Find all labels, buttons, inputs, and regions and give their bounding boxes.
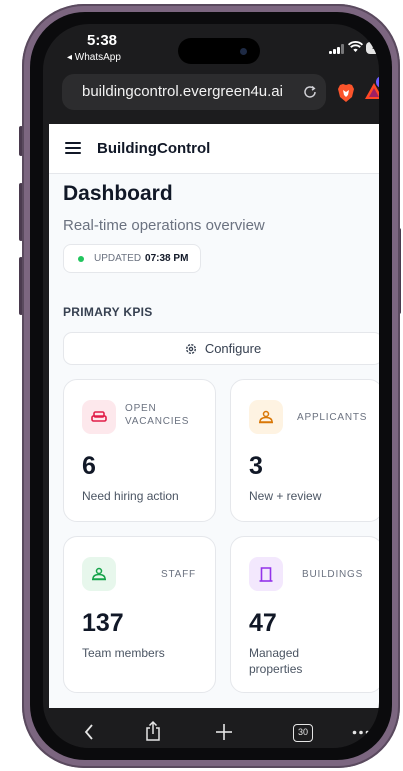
kpi-card-applicants[interactable]: APPLICANTS 3 New + review (230, 379, 379, 522)
app-brand[interactable]: BuildingControl (97, 140, 210, 157)
phone-bezel: 5:38 ◂ WhatsApp 42 buil (30, 12, 392, 760)
back-to-app-link[interactable]: ◂ WhatsApp (67, 52, 121, 63)
gear-icon (185, 343, 196, 354)
phone-frame: 5:38 ◂ WhatsApp 42 buil (22, 4, 400, 768)
browser-toolbar: 30 (43, 708, 379, 748)
kpi-label: APPLICANTS (297, 412, 368, 423)
section-heading-kpis: PRIMARY KPIS (63, 305, 153, 319)
person-icon (82, 557, 116, 591)
signal-icon (329, 44, 344, 54)
status-bar: 5:38 ◂ WhatsApp 42 (43, 24, 379, 72)
camera-icon (240, 48, 247, 55)
configure-button[interactable]: Configure (63, 332, 379, 365)
battery-icon: 42 (366, 42, 379, 54)
brave-shield-icon[interactable] (337, 83, 355, 103)
phone-screen: 5:38 ◂ WhatsApp 42 buil (43, 24, 379, 748)
updated-time: 07:38 PM (145, 253, 189, 264)
kpi-value: 137 (82, 609, 124, 637)
more-menu-icon[interactable] (352, 730, 370, 735)
url-bar[interactable]: buildingcontrol.evergreen4u.ai (62, 74, 326, 110)
tabs-count-button[interactable]: 30 (293, 724, 313, 742)
configure-label: Configure (204, 341, 262, 356)
kpi-label: OPEN VACANCIES (125, 403, 190, 427)
updated-label: UPDATED (94, 253, 142, 264)
kpi-description: Managed properties (249, 646, 303, 676)
updated-badge: UPDATED 07:38 PM (63, 244, 202, 273)
new-tab-plus-icon[interactable] (215, 723, 233, 741)
status-time: 5:38 (87, 32, 118, 49)
kpi-card-buildings[interactable]: BUILDINGS 47 Managed properties (230, 536, 379, 693)
kpi-description: New + review (249, 489, 322, 503)
page-title: Dashboard (63, 182, 173, 205)
app-header: BuildingControl (49, 124, 379, 174)
kpi-card-open-vacancies[interactable]: OPEN VACANCIES 6 Need hiring action (63, 379, 216, 522)
kpi-card-staff[interactable]: STAFF 137 Team members (63, 536, 216, 693)
sofa-icon (82, 400, 116, 434)
url-text[interactable]: buildingcontrol.evergreen4u.ai (82, 83, 283, 100)
kpi-description: Team members (82, 646, 165, 660)
page-subtitle: Real-time operations overview (63, 217, 265, 234)
door-icon (249, 557, 283, 591)
wifi-icon (348, 41, 363, 52)
share-icon[interactable] (144, 720, 162, 742)
reload-icon[interactable] (302, 84, 318, 100)
kpi-value: 47 (249, 609, 277, 637)
kpi-description: Need hiring action (82, 489, 179, 503)
dynamic-island (178, 38, 260, 64)
person-icon (249, 400, 283, 434)
web-page: BuildingControl Dashboard Real-time oper… (49, 124, 379, 708)
kpi-value: 6 (82, 452, 96, 480)
menu-icon[interactable] (65, 142, 81, 155)
kpi-value: 3 (249, 452, 263, 480)
back-chevron-icon[interactable] (83, 722, 95, 742)
kpi-label: BUILDINGS (302, 569, 364, 580)
kpi-label: STAFF (161, 569, 196, 580)
live-status-dot-icon (78, 255, 84, 262)
